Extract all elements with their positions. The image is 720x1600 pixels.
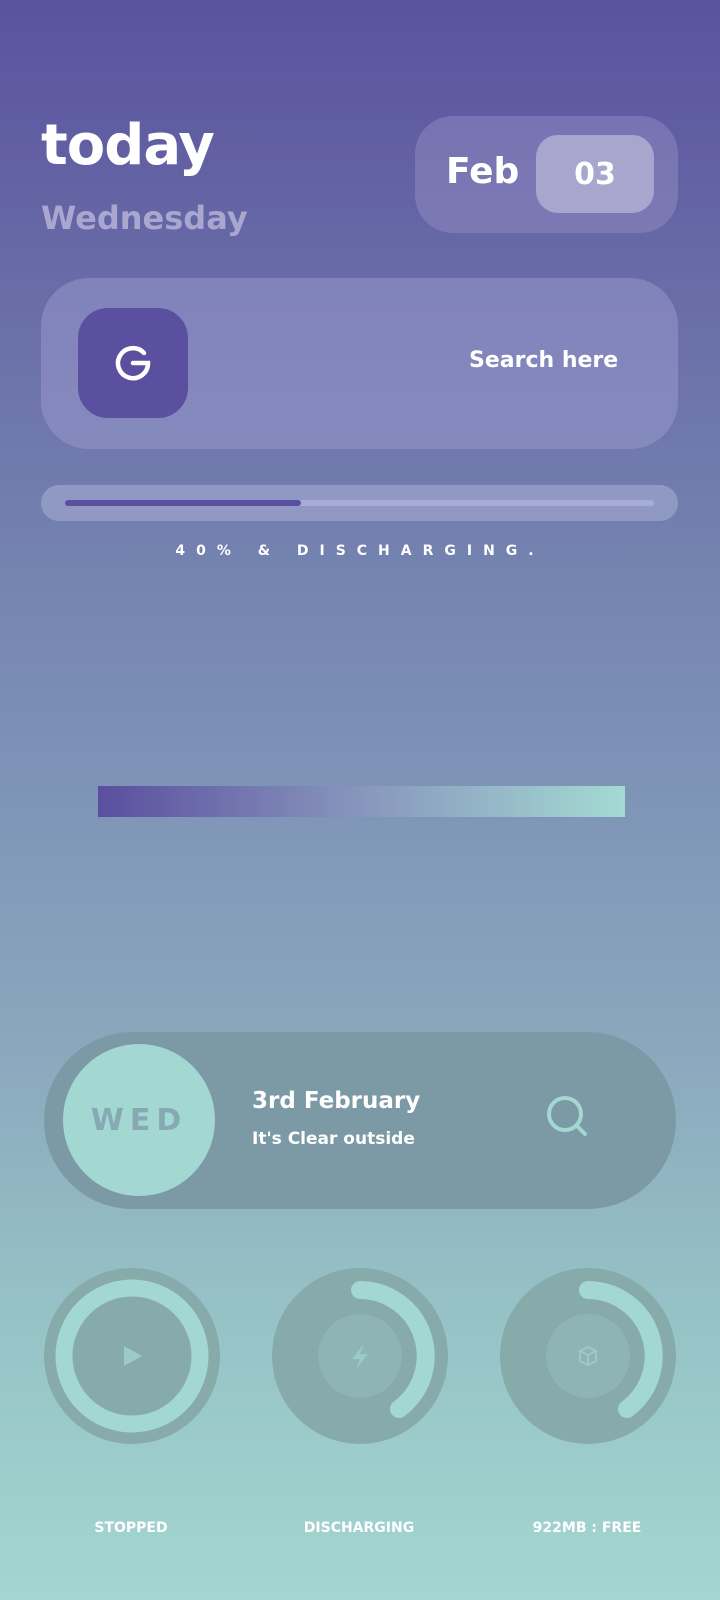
weekday-label: Wednesday <box>41 199 248 237</box>
search-placeholder[interactable]: Search here <box>469 350 618 372</box>
gradient-strip <box>98 786 625 817</box>
battery-ring[interactable] <box>272 1268 448 1444</box>
today-title: today <box>41 113 215 178</box>
ring-label-storage: 922MB : FREE <box>532 1520 642 1536</box>
google-g-icon <box>115 345 151 381</box>
search-icon[interactable] <box>545 1094 593 1142</box>
music-ring[interactable] <box>44 1268 220 1444</box>
month-label: Feb <box>446 151 520 192</box>
google-button[interactable] <box>78 308 188 418</box>
day-circle: WED <box>63 1044 215 1196</box>
ring-label-battery: DISCHARGING <box>303 1520 415 1536</box>
day-number: 03 <box>536 135 654 213</box>
storage-ring[interactable] <box>500 1268 676 1444</box>
weather-condition: It's Clear outside <box>252 1129 415 1149</box>
ring-label-music: STOPPED <box>94 1520 168 1536</box>
battery-status: 40% & DISCHARGING. <box>175 543 545 559</box>
full-date: 3rd February <box>252 1088 421 1114</box>
battery-bar-fill <box>65 500 301 506</box>
